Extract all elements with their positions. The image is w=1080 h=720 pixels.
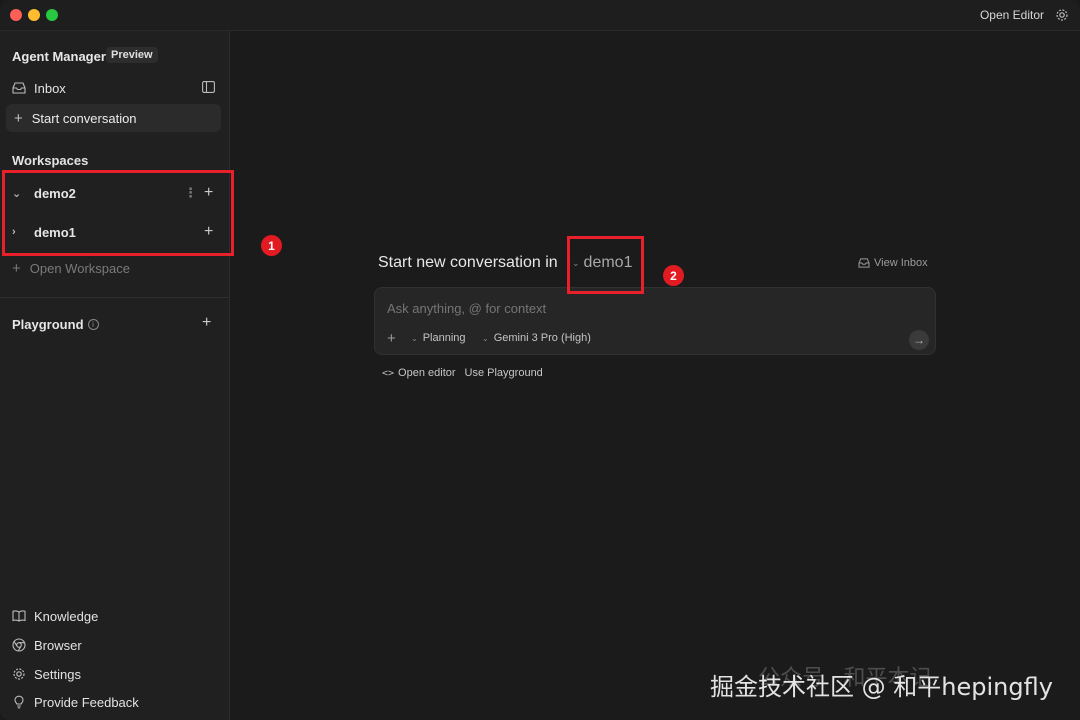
workspaces-header: Workspaces: [12, 153, 89, 168]
model-select[interactable]: ⌄ Gemini 3 Pro (High): [482, 332, 591, 344]
close-window-button[interactable]: [10, 9, 22, 21]
playground-label: Playground: [12, 317, 84, 332]
chevron-down-icon: ⌄: [482, 333, 489, 343]
browser-label: Browser: [34, 637, 82, 653]
prompt-input[interactable]: [387, 301, 867, 316]
open-editor-link[interactable]: <> Open editor: [382, 367, 456, 379]
mode-select-value: Planning: [422, 332, 466, 344]
annotation-box-2: [567, 236, 644, 294]
sidebar-item-browser[interactable]: Browser: [12, 635, 82, 655]
sidebar: Agent Manager Preview Inbox + Start conv…: [0, 31, 230, 720]
mode-select[interactable]: ⌄ Planning: [411, 332, 466, 344]
use-playground-link[interactable]: Use Playground: [465, 367, 543, 379]
title-bar: Open Editor: [0, 0, 1080, 31]
add-context-button[interactable]: +: [387, 330, 396, 347]
gear-icon: [13, 668, 25, 680]
playground-section[interactable]: Playground i: [12, 317, 99, 332]
info-icon[interactable]: i: [87, 319, 99, 330]
open-editor-label: Open editor: [398, 367, 456, 379]
inbox-label: Inbox: [34, 80, 66, 96]
sidebar-item-knowledge[interactable]: Knowledge: [12, 606, 98, 626]
composer: + ⌄ Planning ⌄ Gemini 3 Pro (High) →: [374, 287, 936, 355]
plus-icon: +: [12, 260, 21, 277]
composer-links: <> Open editor Use Playground: [382, 367, 552, 379]
lightbulb-icon: [14, 695, 24, 709]
view-inbox-link[interactable]: View Inbox: [858, 257, 928, 269]
feedback-label: Provide Feedback: [34, 694, 139, 710]
open-workspace-label: Open Workspace: [29, 261, 130, 276]
start-conversation-label: Start conversation: [31, 110, 137, 126]
use-playground-label: Use Playground: [464, 367, 543, 379]
preview-badge: Preview: [106, 47, 158, 63]
minimize-window-button[interactable]: [28, 9, 40, 21]
gear-icon[interactable]: [1055, 8, 1069, 22]
zoom-window-button[interactable]: [46, 9, 58, 21]
start-conversation-button[interactable]: + Start conversation: [6, 104, 221, 132]
new-conversation-title: Start new conversation in: [378, 254, 558, 271]
send-button[interactable]: →: [909, 330, 929, 350]
sidebar-toggle-icon[interactable]: [202, 81, 215, 93]
view-inbox-label: View Inbox: [874, 257, 928, 269]
model-select-value: Gemini 3 Pro (High): [493, 332, 591, 344]
add-playground-icon[interactable]: +: [202, 314, 211, 332]
open-workspace-button[interactable]: + Open Workspace: [12, 260, 130, 277]
annotation-marker-2: 2: [663, 265, 684, 286]
inbox-icon: [858, 258, 870, 268]
watermark: 掘金技术社区 @ 和平hepingfly: [710, 673, 1053, 701]
annotation-box-1: [2, 170, 234, 256]
sidebar-item-settings[interactable]: Settings: [12, 664, 81, 684]
inbox-icon: [12, 82, 26, 94]
sidebar-divider: [0, 297, 229, 298]
plus-icon: +: [14, 109, 23, 127]
book-icon: [12, 610, 26, 622]
sidebar-item-feedback[interactable]: Provide Feedback: [12, 692, 139, 712]
sidebar-title: Agent Manager: [12, 49, 106, 64]
open-editor-button[interactable]: Open Editor: [980, 8, 1044, 22]
app-window: Open Editor Agent Manager Preview Inbox …: [0, 0, 1080, 720]
code-icon: <>: [382, 367, 395, 379]
annotation-marker-1: 1: [261, 235, 282, 256]
knowledge-label: Knowledge: [34, 608, 99, 624]
sidebar-item-inbox[interactable]: Inbox: [12, 78, 66, 98]
browser-icon: [12, 638, 26, 652]
settings-label: Settings: [34, 666, 81, 682]
chevron-down-icon: ⌄: [411, 333, 418, 343]
